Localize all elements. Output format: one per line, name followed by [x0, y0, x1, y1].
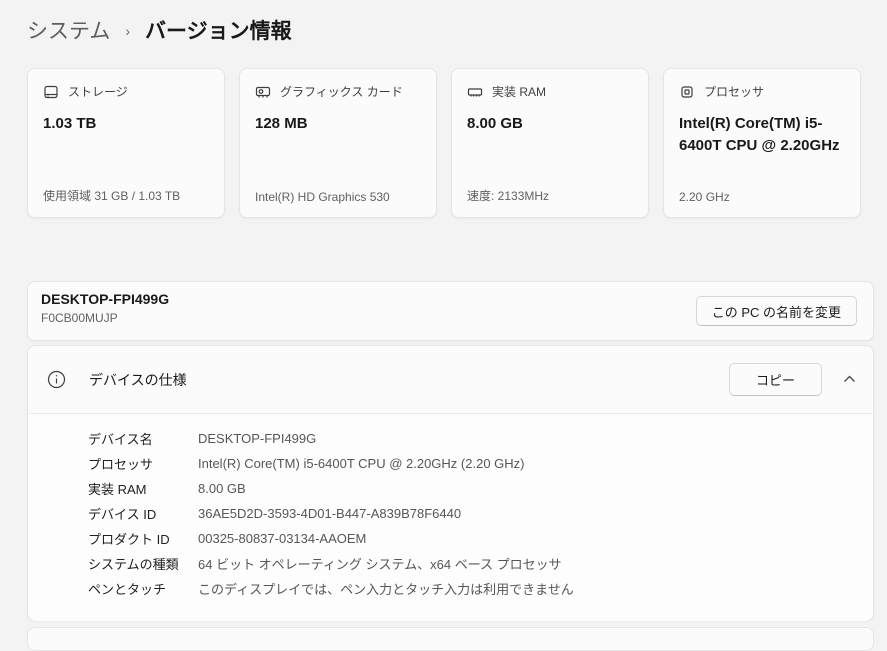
spec-label: デバイス ID: [88, 504, 198, 523]
breadcrumb-system-link[interactable]: システム: [27, 15, 110, 45]
ram-card-header: 実装 RAM: [467, 83, 633, 100]
spec-label: 実装 RAM: [88, 479, 198, 498]
spec-row: 実装 RAM 8.00 GB: [28, 476, 873, 501]
spec-value: 00325-80837-03134-AAOEM: [198, 531, 366, 546]
device-name-card: DESKTOP-FPI499G F0CB00MUJP この PC の名前を変更: [27, 281, 874, 341]
breadcrumb-separator-icon: ›: [125, 23, 130, 39]
storage-card: ストレージ 1.03 TB 使用領域 31 GB / 1.03 TB: [27, 68, 225, 218]
ram-card: 実装 RAM 8.00 GB 速度: 2133MHz: [451, 68, 649, 218]
spec-value: Intel(R) Core(TM) i5-6400T CPU @ 2.20GHz…: [198, 456, 525, 471]
spec-row: ペンとタッチ このディスプレイでは、ペン入力とタッチ入力は利用できません: [28, 576, 873, 601]
spec-label: システムの種類: [88, 554, 198, 573]
card-caption: Intel(R) HD Graphics 530: [255, 190, 428, 204]
spec-value: 64 ビット オペレーティング システム、x64 ベース プロセッサ: [198, 554, 562, 573]
spec-label: ペンとタッチ: [88, 579, 198, 598]
processor-card: プロセッサ Intel(R) Core(TM) i5-6400T CPU @ 2…: [663, 68, 861, 218]
storage-icon: [43, 84, 59, 100]
spec-value: このディスプレイでは、ペン入力とタッチ入力は利用できません: [198, 579, 574, 598]
card-value: 1.03 TB: [43, 113, 209, 135]
card-value: 128 MB: [255, 113, 421, 135]
storage-card-header: ストレージ: [43, 83, 209, 100]
spec-row: デバイス ID 36AE5D2D-3593-4D01-B447-A839B78F…: [28, 501, 873, 526]
summary-cards: ストレージ 1.03 TB 使用領域 31 GB / 1.03 TB グラフィッ…: [27, 68, 861, 218]
spec-label: プロダクト ID: [88, 529, 198, 548]
spec-row: デバイス名 DESKTOP-FPI499G: [28, 426, 873, 451]
card-value: 8.00 GB: [467, 113, 633, 135]
spec-value: 36AE5D2D-3593-4D01-B447-A839B78F6440: [198, 506, 461, 521]
rename-pc-button[interactable]: この PC の名前を変更: [696, 296, 857, 326]
spec-row: プロセッサ Intel(R) Core(TM) i5-6400T CPU @ 2…: [28, 451, 873, 476]
processor-card-header: プロセッサ: [679, 83, 845, 100]
card-caption: 速度: 2133MHz: [467, 187, 640, 204]
spec-value: 8.00 GB: [198, 481, 246, 496]
graphics-card-icon: [255, 84, 271, 100]
card-label: ストレージ: [68, 83, 128, 100]
page-title: バージョン情報: [145, 15, 292, 45]
card-value: Intel(R) Core(TM) i5-6400T CPU @ 2.20GHz: [679, 113, 845, 157]
spec-row: システムの種類 64 ビット オペレーティング システム、x64 ベース プロセ…: [28, 551, 873, 576]
card-caption: 使用領域 31 GB / 1.03 TB: [43, 187, 216, 204]
copy-button[interactable]: コピー: [729, 363, 822, 396]
section-title: デバイスの仕様: [89, 370, 187, 390]
cpu-icon: [679, 84, 695, 100]
spec-row: プロダクト ID 00325-80837-03134-AAOEM: [28, 526, 873, 551]
spec-label: プロセッサ: [88, 454, 198, 473]
info-icon: [47, 370, 66, 389]
card-caption: 2.20 GHz: [679, 190, 852, 204]
ram-icon: [467, 84, 483, 100]
spec-label: デバイス名: [88, 429, 198, 448]
breadcrumb: システム › バージョン情報: [27, 15, 292, 45]
next-section-card-partial[interactable]: [27, 627, 874, 651]
device-specs-expander-header[interactable]: デバイスの仕様 コピー: [28, 346, 873, 413]
chevron-up-icon[interactable]: [843, 373, 856, 386]
device-specs-body: デバイス名 DESKTOP-FPI499G プロセッサ Intel(R) Cor…: [28, 413, 873, 621]
graphics-card-header: グラフィックス カード: [255, 83, 421, 100]
graphics-card-card: グラフィックス カード 128 MB Intel(R) HD Graphics …: [239, 68, 437, 218]
card-label: プロセッサ: [704, 83, 764, 100]
device-specs-card: デバイスの仕様 コピー デバイス名 DESKTOP-FPI499G プロセッサ …: [27, 345, 874, 621]
card-label: グラフィックス カード: [280, 83, 403, 100]
spec-value: DESKTOP-FPI499G: [198, 431, 316, 446]
card-label: 実装 RAM: [492, 83, 546, 100]
